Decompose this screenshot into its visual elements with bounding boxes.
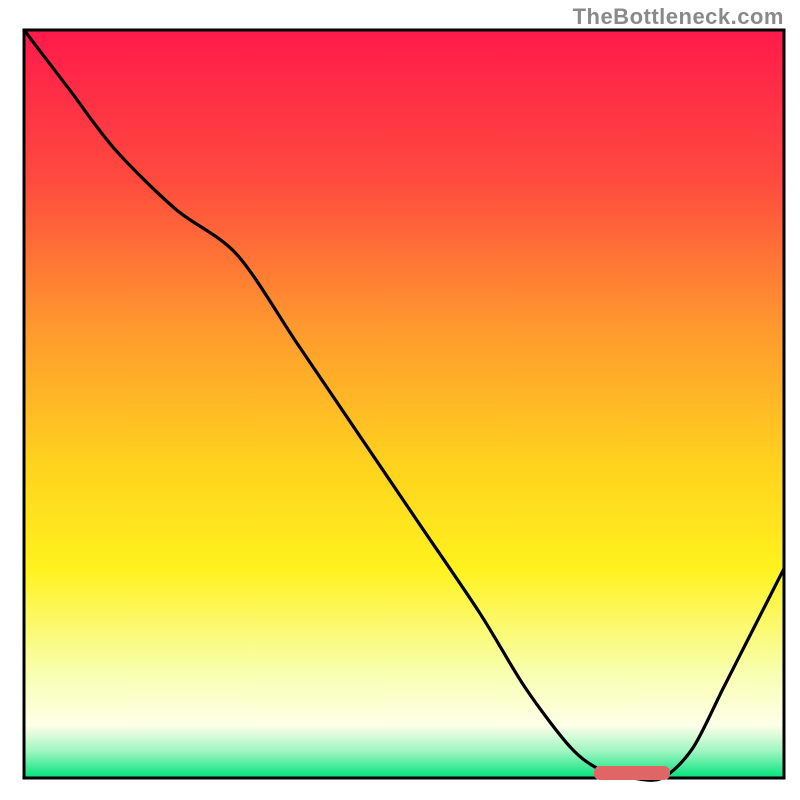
plot-area bbox=[24, 30, 784, 780]
bottleneck-chart: TheBottleneck.com bbox=[0, 0, 800, 800]
plot-background bbox=[24, 30, 784, 778]
optimal-marker bbox=[594, 766, 670, 780]
chart-svg bbox=[0, 0, 800, 800]
